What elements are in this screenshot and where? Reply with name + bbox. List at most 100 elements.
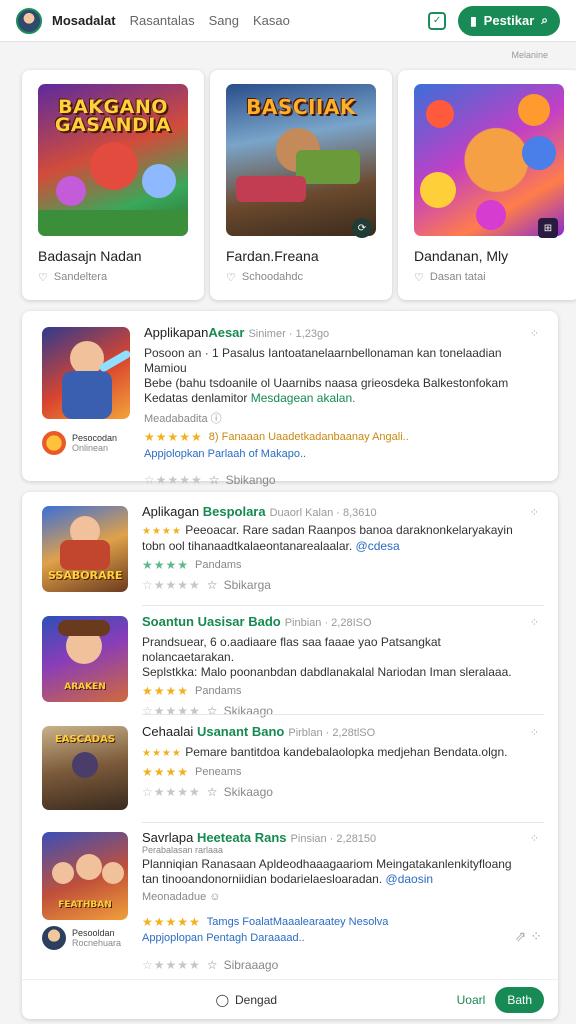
star-rating: ★★★★ [142,684,190,698]
item-foot: Skikaago [223,704,273,718]
item-foot: Skikaago [223,785,273,799]
bottom-center-label[interactable]: Dengad [235,993,277,1007]
share-icon[interactable]: ☆ [207,785,218,799]
item-foot: Sibraaago [223,958,279,972]
rate-stars[interactable]: ☆★★★★ [144,473,203,487]
featured-card[interactable]: ⊞ Dandanan, Mly ♡ Dasan tatai [398,70,576,300]
list-item[interactable]: ARAKEN Soantun Uasisar Bado Pinbian · 2,2… [42,614,544,718]
item-title: Applikapan [144,325,209,340]
item-meta: Pinsian · 2,28150 [290,833,377,845]
featured-art: BASCIIAK [226,84,376,236]
share-icon[interactable]: ☆ [207,578,218,592]
share-icon[interactable]: ☆ [207,958,218,972]
divider [142,822,544,823]
star-rating: ★★★★★ [142,915,201,929]
item-sub: Meadabadita [144,413,208,425]
featured-art: BAKGANO GASANDIA [38,84,188,236]
more-icon[interactable]: ⁘ [530,327,539,340]
rate-stars[interactable]: ☆★★★★ [142,785,201,799]
bottom-button[interactable]: Bath [495,986,544,1013]
user-row[interactable]: Pesocodan Onlinean [42,431,117,455]
item-title-accent: Aesar [208,325,245,340]
more-icon[interactable]: ⁘ [530,506,539,519]
rate-stars[interactable]: ☆★★★★ [142,958,201,972]
avatar[interactable] [16,7,42,34]
list-item[interactable]: ApplikapanAesar Sinimer · 1,23go Posoon a… [42,325,544,487]
primary-cta-button[interactable]: ▮ Pestikar ⌕ [458,5,560,36]
item-foot: Sbikango [225,473,276,487]
chat-icon[interactable]: ◯ [216,993,229,1007]
item-thumbnail [42,327,130,419]
item-meta: Sinimer · 1,23go [248,328,330,340]
item-thumbnail: SSABORARE [42,506,128,592]
featured-sub: Dasan tatai [429,271,486,283]
thumbnail-label: SSABORARE [48,569,123,582]
item-title-accent: Bespolara [202,504,266,519]
top-bar: Mosadalat Rasantalas Sang Kasao ✓ ▮ Pest… [0,0,576,42]
item-description: Prandsuear, 6 o.aadiaare flas saa faaae … [142,635,512,679]
item-foot: Sbikarga [223,578,271,592]
item-title-accent: Usanant Bano [196,724,285,739]
divider [142,605,544,606]
heart-icon[interactable]: ♡ [414,271,424,284]
bottom-bar: ◯ Dengad Uoarl Bath [22,979,558,1019]
bottom-link[interactable]: Uoarl [457,993,486,1007]
item-sub: Perabalasan rarlaaa [142,845,224,855]
featured-card[interactable]: BAKGANO GASANDIA Badasajn Nadan ♡ Sandelt… [22,70,204,300]
more-icon[interactable]: ⁘ [530,616,539,629]
nav-item-1[interactable]: Rasantalas [130,13,195,28]
info-icon: ⓘ [210,413,222,425]
more-icon[interactable]: ⁘ [530,726,539,739]
nav-item-3[interactable]: Kasao [253,13,290,28]
featured-name: Dandanan, Mly [414,248,509,264]
item-description: Posoon an · 1 Pasalus Iantoatanelaarnbel… [144,346,509,405]
item-thumbnail: EASCADAS [42,726,128,810]
star-rating: ★★★★ [142,558,190,572]
item-title: Aplikagan [142,504,200,519]
list-card: ApplikapanAesar Sinimer · 1,23go Posoon a… [22,311,558,487]
heart-icon[interactable]: ♡ [226,271,236,284]
share-icon[interactable]: ⇗ ⁘ [515,928,542,945]
list-item[interactable]: EASCADAS Cehaalai Usanant Bano Pirblan · … [42,724,544,822]
corner-note: Melanine [511,50,548,60]
rate-stars[interactable]: ☆★★★★ [142,578,201,592]
list-card: SSABORARE Aplikagan Bespolara Duaorl Kala… [22,492,558,1019]
star-rating: ★★★★★ [144,430,203,444]
item-link[interactable]: Appjolopkan Parlaah of Makapo.. [144,448,536,460]
rate-stars[interactable]: ☆★★★★ [142,704,201,718]
share-icon[interactable]: ☆ [209,473,220,487]
avatar [42,926,66,950]
item-description: ★★★★ Peeoacar. Rare sadan Raanpos banoa … [142,523,513,553]
bookmark-icon: ▮ [470,13,477,28]
shield-icon[interactable]: ✓ [428,11,447,30]
item-title: Cehaalai [142,724,194,739]
item-description: ★★★★ Pemare bantitdoa kandebalaolopka me… [142,745,508,759]
cta-label: Pestikar [483,13,535,28]
item-meta: Pinbian · 2,28ISO [284,617,372,629]
art-title: BAKGANO GASANDIA [54,96,172,136]
item-meta: Pirblan · 2,28tlSO [288,727,376,739]
item-title: Savrlapa [142,830,194,845]
rating-text: Tamgs FoalatMaaalearaatey Nesolva [206,916,389,928]
featured-row: BAKGANO GASANDIA Badasajn Nadan ♡ Sandelt… [22,70,576,300]
more-icon[interactable]: ⁘ [530,832,539,845]
user-row[interactable]: Pesooldan Rocnehuara [42,926,121,950]
featured-art [414,84,564,236]
featured-card[interactable]: BASCIIAK ⟳ Fardan.Freana ♡ Schoodahdc [210,70,392,300]
avatar [42,431,66,455]
thumbnail-label: FEATHBAN [58,900,112,910]
brand-title: Mosadalat [52,13,116,28]
thumbnail-label: ARAKEN [64,682,106,692]
nav-item-2[interactable]: Sang [209,13,239,28]
star-rating: ★★★★ [142,748,182,759]
list-item[interactable]: SSABORARE Aplikagan Bespolara Duaorl Kala… [42,504,544,602]
share-icon[interactable]: ☆ [207,704,218,718]
recycle-icon: ⟳ [352,218,372,238]
star-rating: ★★★★ [142,526,182,537]
item-thumbnail: ARAKEN [42,616,128,702]
search-icon: ⌕ [541,13,548,27]
heart-icon[interactable]: ♡ [38,271,48,284]
grid-icon: ⊞ [538,218,558,238]
item-link[interactable]: Appjoplopan Pentagh Daraaaad.. [142,932,536,944]
list-item[interactable]: FEATHBAN Savrlapa Heeteata Rans Pinsian ·… [42,830,544,972]
